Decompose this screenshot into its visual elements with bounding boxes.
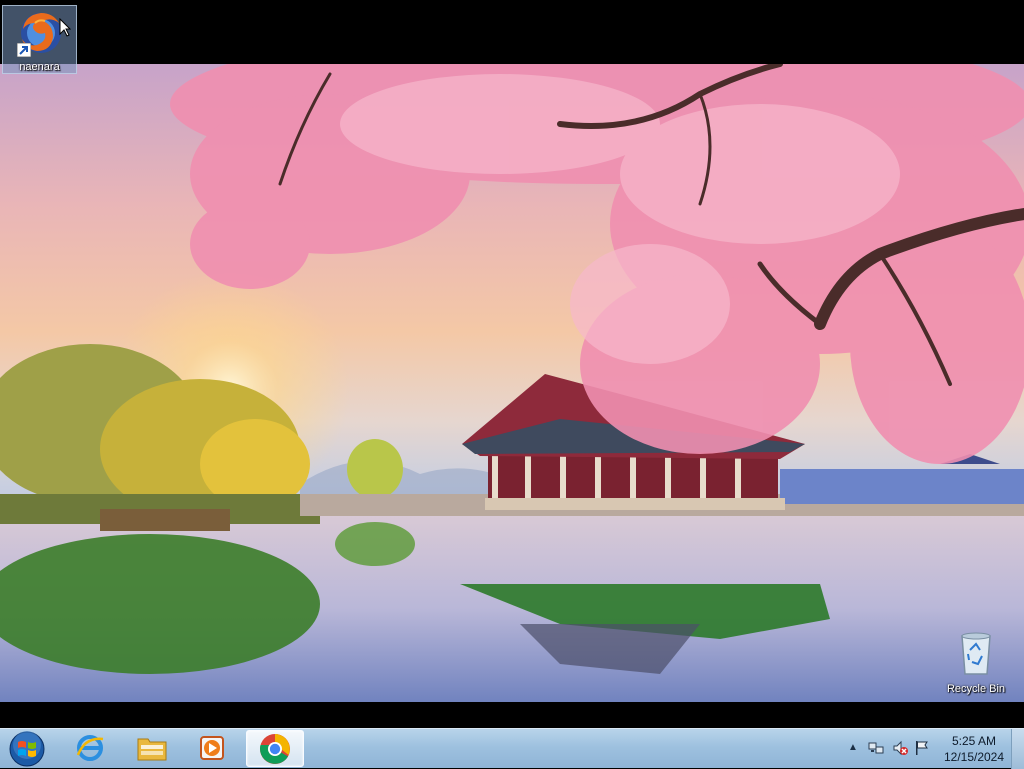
desktop: naenara Recycle Bin: [0, 0, 1024, 728]
action-center-flag-icon[interactable]: [914, 740, 930, 756]
clock[interactable]: 5:25 AM 12/15/2024: [936, 733, 1012, 765]
media-player-icon: [200, 736, 224, 760]
desktop-icon-naenara[interactable]: naenara: [2, 5, 77, 74]
windows-logo-icon: [9, 731, 45, 767]
chrome-icon: [260, 734, 290, 764]
desktop-icon-recycle-bin[interactable]: Recycle Bin: [938, 628, 1014, 700]
volume-muted-icon[interactable]: [892, 740, 908, 756]
clock-time: 5:25 AM: [951, 734, 997, 748]
internet-explorer-icon: [76, 735, 104, 761]
start-button[interactable]: [2, 729, 52, 767]
folder-icon: [137, 738, 167, 761]
mouse-cursor-icon: [59, 18, 71, 37]
taskbar: ▲ 5:25 AM 12/15/2024: [0, 728, 1024, 769]
wallpaper: [0, 64, 1024, 702]
network-icon[interactable]: [868, 740, 884, 756]
taskbar-windows-explorer[interactable]: [123, 730, 179, 767]
clock-date: 12/15/2024: [943, 750, 1005, 764]
taskbar-media-player[interactable]: [184, 730, 240, 767]
firefox-icon: [17, 9, 65, 57]
desktop-icon-label: Recycle Bin: [946, 683, 1006, 695]
shortcut-arrow-icon: [17, 43, 31, 57]
taskbar-google-chrome[interactable]: [246, 730, 304, 767]
show-desktop-button[interactable]: [1011, 729, 1024, 769]
taskbar-internet-explorer[interactable]: [62, 730, 118, 767]
desktop-icon-label: naenara: [19, 61, 60, 73]
system-tray: ▲ 5:25 AM 12/15/2024: [844, 729, 1024, 769]
show-hidden-icons-button[interactable]: ▲: [848, 742, 858, 758]
recycle-bin-icon: [958, 632, 994, 676]
